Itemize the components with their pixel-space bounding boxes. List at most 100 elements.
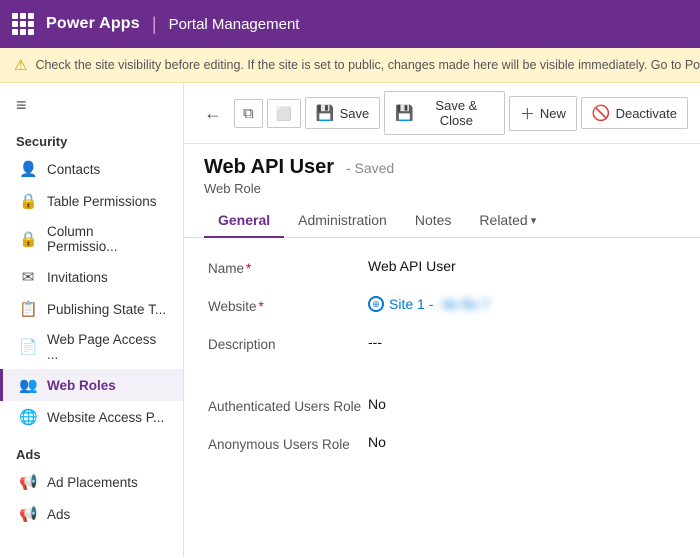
new-icon: ＋ — [520, 103, 535, 124]
deactivate-icon: 🚫 — [592, 104, 611, 122]
tab-notes[interactable]: Notes — [401, 204, 466, 238]
tab-general[interactable]: General — [204, 204, 284, 238]
tab-related[interactable]: Related ▾ — [465, 204, 550, 238]
sidebar-item-contacts[interactable]: 👤 Contacts — [0, 153, 183, 185]
section-ads-label: Ads — [0, 441, 183, 466]
field-name-value: Web API User — [368, 258, 676, 274]
field-description-value: --- — [368, 334, 676, 350]
copy-button[interactable]: ⧉ — [234, 99, 263, 128]
field-auth-users-row: Authenticated Users Role No — [208, 396, 676, 414]
warning-bar: ⚠ Check the site visibility before editi… — [0, 48, 700, 83]
tab-related-label: Related — [479, 212, 527, 228]
layout: ≡ Security 👤 Contacts 🔒 Table Permission… — [0, 83, 700, 557]
chevron-down-icon: ▾ — [531, 214, 537, 227]
field-website-row: Website* ⊕ Site 1 - ·ite·flo·7 — [208, 296, 676, 314]
sidebar-item-ads[interactable]: 📢 Ads — [0, 498, 183, 530]
sidebar-item-web-page-access[interactable]: 📄 Web Page Access ... — [0, 325, 183, 369]
sidebar-item-ad-placements[interactable]: 📢 Ad Placements — [0, 466, 183, 498]
field-name-label: Name* — [208, 258, 368, 276]
new-button[interactable]: ＋ New — [509, 96, 577, 131]
field-anon-users-label: Anonymous Users Role — [208, 434, 368, 452]
save-button[interactable]: 💾 Save — [305, 97, 380, 129]
save-close-button[interactable]: 💾 Save & Close — [384, 91, 505, 135]
deactivate-label: Deactivate — [616, 106, 677, 121]
field-description-label: Description — [208, 334, 368, 352]
invitations-icon: ✉ — [19, 268, 37, 286]
sidebar-item-invitations[interactable]: ✉ Invitations — [0, 261, 183, 293]
record-header: Web API User - Saved Web Role — [184, 144, 700, 196]
required-indicator: * — [259, 299, 264, 314]
ad-placements-icon: 📢 — [19, 473, 37, 491]
table-permissions-icon: 🔒 — [19, 192, 37, 210]
form-gap2 — [208, 384, 676, 396]
contacts-icon: 👤 — [19, 160, 37, 178]
back-button[interactable]: ← — [196, 99, 230, 128]
sidebar-item-column-permissions[interactable]: 🔒 Column Permissio... — [0, 217, 183, 261]
field-website-label: Website* — [208, 296, 368, 314]
popout-button[interactable]: ⬜ — [267, 99, 301, 128]
field-description-row: Description --- — [208, 334, 676, 352]
field-name-row: Name* Web API User — [208, 258, 676, 276]
apps-grid-icon[interactable] — [12, 13, 34, 35]
sidebar-item-label: Invitations — [47, 270, 108, 285]
record-title: Web API User — [204, 156, 334, 178]
tab-administration-label: Administration — [298, 212, 387, 228]
record-saved-label: - Saved — [346, 160, 394, 176]
sidebar-item-label: Table Permissions — [47, 194, 157, 209]
portal-name: Portal Management — [169, 16, 300, 33]
save-close-label: Save & Close — [419, 98, 494, 128]
sidebar-item-label: Website Access P... — [47, 410, 164, 425]
sidebar-item-label: Contacts — [47, 162, 100, 177]
tabs-container: General Administration Notes Related ▾ — [184, 204, 700, 238]
sidebar-item-label: Ads — [47, 507, 70, 522]
warning-text: Check the site visibility before editing… — [35, 58, 700, 72]
sidebar-item-website-access[interactable]: 🌐 Website Access P... — [0, 401, 183, 433]
new-label: New — [540, 106, 566, 121]
top-bar-divider: | — [152, 14, 157, 35]
deactivate-button[interactable]: 🚫 Deactivate — [581, 97, 688, 129]
save-icon: 💾 — [316, 104, 335, 122]
sidebar-item-label: Column Permissio... — [47, 224, 167, 254]
website-link-text: Site 1 - — [389, 296, 433, 312]
website-link-blurred: ·ite·flo·7 — [438, 296, 489, 312]
save-label: Save — [340, 106, 370, 121]
toolbar: ← ⧉ ⬜ 💾 Save 💾 Save & Close ＋ New 🚫 Deac — [184, 83, 700, 144]
sidebar-item-web-roles[interactable]: 👥 Web Roles — [0, 369, 183, 401]
tab-administration[interactable]: Administration — [284, 204, 401, 238]
sidebar-item-label: Web Roles — [47, 378, 116, 393]
copy-icon: ⧉ — [243, 105, 254, 122]
section-security-label: Security — [0, 128, 183, 153]
record-title-row: Web API User - Saved — [204, 156, 680, 179]
web-roles-icon: 👥 — [19, 376, 37, 394]
popout-icon: ⬜ — [276, 106, 292, 121]
sidebar: ≡ Security 👤 Contacts 🔒 Table Permission… — [0, 83, 184, 557]
field-auth-users-value: No — [368, 396, 676, 412]
tab-general-label: General — [218, 212, 270, 228]
sidebar-item-publishing-state[interactable]: 📋 Publishing State T... — [0, 293, 183, 325]
top-bar: Power Apps | Portal Management — [0, 0, 700, 48]
form-gap — [208, 372, 676, 384]
warning-icon: ⚠ — [14, 56, 27, 74]
sidebar-item-label: Ad Placements — [47, 475, 138, 490]
required-indicator: * — [246, 261, 251, 276]
sidebar-item-table-permissions[interactable]: 🔒 Table Permissions — [0, 185, 183, 217]
ads-icon: 📢 — [19, 505, 37, 523]
sidebar-item-label: Publishing State T... — [47, 302, 166, 317]
globe-icon: ⊕ — [368, 296, 384, 312]
field-website-value: ⊕ Site 1 - ·ite·flo·7 — [368, 296, 676, 312]
record-subtitle: Web Role — [204, 181, 680, 196]
column-permissions-icon: 🔒 — [19, 230, 37, 248]
tab-notes-label: Notes — [415, 212, 452, 228]
sidebar-item-label: Web Page Access ... — [47, 332, 167, 362]
form-content: Name* Web API User Website* ⊕ Site 1 - ·… — [184, 238, 700, 557]
hamburger-menu[interactable]: ≡ — [0, 83, 183, 128]
field-anon-users-value: No — [368, 434, 676, 450]
website-access-icon: 🌐 — [19, 408, 37, 426]
main-content: ← ⧉ ⬜ 💾 Save 💾 Save & Close ＋ New 🚫 Deac — [184, 83, 700, 557]
field-anon-users-row: Anonymous Users Role No — [208, 434, 676, 452]
app-name: Power Apps — [46, 15, 140, 33]
field-auth-users-label: Authenticated Users Role — [208, 396, 368, 414]
web-page-access-icon: 📄 — [19, 338, 37, 356]
publishing-state-icon: 📋 — [19, 300, 37, 318]
website-link[interactable]: ⊕ Site 1 - ·ite·flo·7 — [368, 296, 676, 312]
